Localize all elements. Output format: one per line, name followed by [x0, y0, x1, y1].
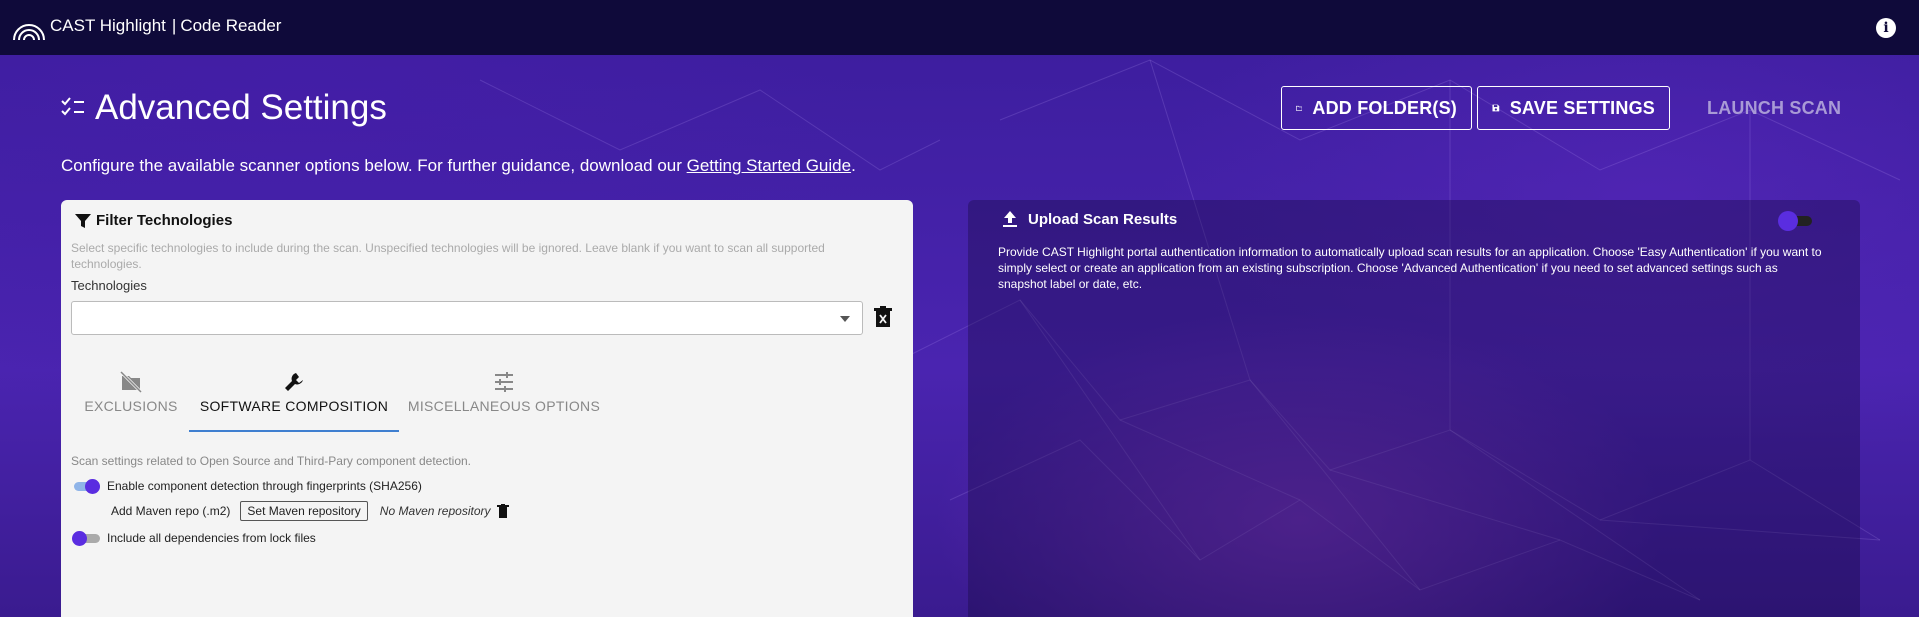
folder-icon	[1296, 105, 1303, 111]
filter-technologies-heading: Filter Technologies	[75, 212, 232, 229]
save-settings-label: SAVE SETTINGS	[1509, 97, 1655, 118]
fingerprint-label: Enable component detection through finge…	[107, 479, 422, 493]
maven-label: Add Maven repo (.m2)	[111, 504, 231, 518]
clear-technologies-trash-icon[interactable]	[873, 306, 893, 328]
technologies-select[interactable]	[71, 301, 863, 335]
tab-exclusions-label: EXCLUSIONS	[84, 398, 178, 414]
app-title: CAST Highlight | Code Reader	[50, 16, 281, 36]
upload-title: Upload Scan Results	[1028, 210, 1178, 228]
lock-files-option: Include all dependencies from lock files	[71, 529, 316, 547]
clear-maven-trash-icon[interactable]	[496, 504, 509, 518]
filter-technologies-card: Filter Technologies Select specific tech…	[61, 200, 913, 617]
title-separator: |	[171, 16, 177, 35]
upload-heading: Upload Scan Results	[1002, 210, 1177, 228]
info-icon[interactable]: i	[1876, 18, 1896, 38]
wrench-icon	[285, 373, 303, 391]
technologies-label: Technologies	[71, 278, 147, 293]
launch-scan-label: LAUNCH SCAN	[1707, 97, 1842, 118]
brand-name: CAST Highlight	[50, 16, 166, 35]
subtitle-text: Configure the available scanner options …	[61, 156, 687, 175]
tab-software-composition[interactable]: SOFTWARE COMPOSITION	[189, 370, 399, 432]
filter-icon	[75, 213, 91, 228]
set-maven-repository-button[interactable]: Set Maven repository	[240, 501, 368, 521]
tab-miscellaneous-options-label: MISCELLANEOUS OPTIONS	[407, 398, 601, 414]
maven-status: No Maven repository	[379, 504, 491, 518]
cast-logo-icon	[13, 24, 45, 41]
getting-started-guide-link[interactable]: Getting Started Guide	[687, 156, 851, 175]
sliders-icon	[495, 372, 513, 392]
lock-files-label: Include all dependencies from lock files	[107, 531, 316, 545]
page-subtitle: Configure the available scanner options …	[61, 156, 856, 176]
dropdown-caret-icon[interactable]	[840, 316, 850, 322]
page-title: Advanced Settings	[95, 88, 387, 127]
tab-software-composition-label: SOFTWARE COMPOSITION	[199, 398, 389, 414]
filter-title: Filter Technologies	[96, 212, 233, 229]
upload-scan-results-card: Upload Scan Results Provide CAST Highlig…	[968, 200, 1860, 617]
fingerprint-toggle[interactable]	[71, 477, 101, 495]
top-bar: CAST Highlight | Code Reader i	[0, 0, 1919, 55]
maven-repo-option: Add Maven repo (.m2) Set Maven repositor…	[111, 501, 509, 521]
launch-scan-button[interactable]: LAUNCH SCAN	[1683, 86, 1853, 130]
product-name: Code Reader	[180, 16, 282, 35]
tab-exclusions[interactable]: EXCLUSIONS	[71, 370, 191, 432]
toggle-thumb	[85, 479, 100, 494]
filter-description: Select specific technologies to include …	[71, 241, 825, 271]
fingerprint-option: Enable component detection through finge…	[71, 477, 422, 495]
toggle-thumb	[72, 531, 87, 546]
tab-miscellaneous-options[interactable]: MISCELLANEOUS OPTIONS	[399, 370, 609, 432]
subtitle-end: .	[851, 156, 856, 175]
upload-description: Provide CAST Highlight portal authentica…	[998, 245, 1822, 291]
save-settings-button[interactable]: SAVE SETTINGS	[1477, 86, 1670, 130]
add-folders-label: ADD FOLDER(S)	[1312, 97, 1457, 118]
hidden-folder-icon	[119, 370, 143, 394]
upload-icon	[1003, 211, 1017, 227]
floppy-disk-icon	[1492, 104, 1500, 112]
lock-files-toggle[interactable]	[71, 529, 101, 547]
add-folders-button[interactable]: ADD FOLDER(S)	[1281, 86, 1472, 130]
software-composition-description: Scan settings related to Open Source and…	[71, 454, 472, 468]
upload-toggle[interactable]	[1778, 210, 1814, 231]
toggle-thumb	[1778, 211, 1798, 231]
checklist-icon	[61, 97, 84, 116]
